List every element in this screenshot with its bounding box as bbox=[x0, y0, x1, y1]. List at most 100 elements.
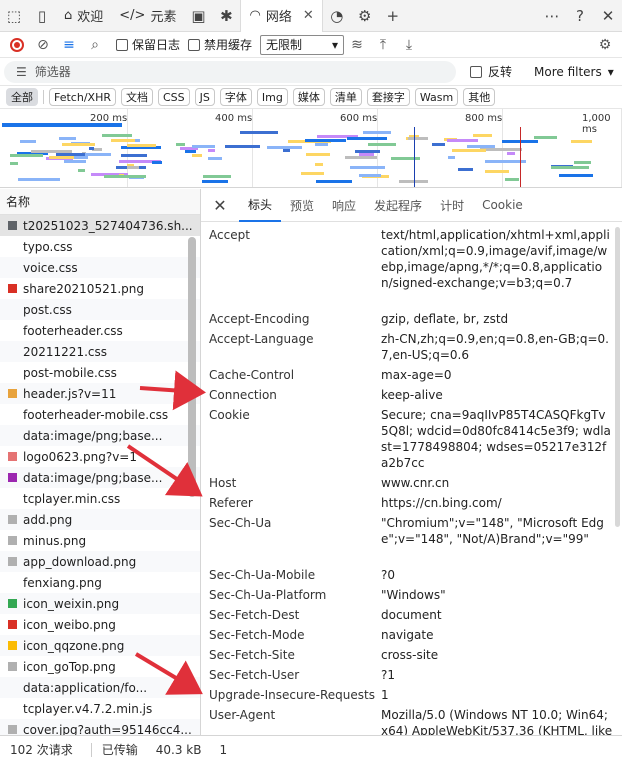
header-value[interactable]: Mozilla/5.0 (Windows NT 10.0; Win64; x64… bbox=[381, 707, 613, 735]
scrollbar-thumb[interactable] bbox=[188, 237, 196, 497]
header-value[interactable]: cross-site bbox=[381, 647, 613, 663]
import-icon[interactable]: ⤒ bbox=[370, 33, 396, 57]
request-row[interactable]: app_download.png bbox=[0, 551, 200, 572]
header-value[interactable]: text/html,application/xhtml+xml,applicat… bbox=[381, 227, 613, 291]
file-type-icon bbox=[8, 410, 17, 419]
more-options-icon[interactable]: ⋯ bbox=[538, 0, 566, 32]
add-tab-icon[interactable]: + bbox=[379, 0, 407, 32]
detail-scrollbar[interactable] bbox=[615, 227, 620, 527]
request-row[interactable]: share20210521.png bbox=[0, 278, 200, 299]
preserve-log-checkbox[interactable]: 保留日志 bbox=[116, 36, 180, 53]
console-icon[interactable]: ▣ bbox=[184, 0, 212, 32]
header-value[interactable]: navigate bbox=[381, 627, 613, 643]
header-value[interactable]: ?1 bbox=[381, 667, 613, 683]
chip-doc[interactable]: 文档 bbox=[120, 88, 153, 106]
request-row[interactable]: tcplayer.min.css bbox=[0, 488, 200, 509]
request-row[interactable]: minus.png bbox=[0, 530, 200, 551]
close-icon[interactable]: ✕ bbox=[201, 196, 239, 215]
close-icon[interactable]: ✕ bbox=[303, 8, 314, 23]
tab-initiator[interactable]: 发起程序 bbox=[365, 189, 431, 222]
gear-chip-icon[interactable]: ⚙ bbox=[351, 0, 379, 32]
request-row[interactable]: add.png bbox=[0, 509, 200, 530]
request-row[interactable]: icon_weixin.png bbox=[0, 593, 200, 614]
chip-font[interactable]: 字体 bbox=[219, 88, 252, 106]
column-header-name[interactable]: 名称 bbox=[0, 189, 200, 215]
tab-headers[interactable]: 标头 bbox=[239, 189, 282, 222]
bug-icon[interactable]: ✱ bbox=[212, 0, 240, 32]
request-row[interactable]: tcplayer.v4.7.2.min.js bbox=[0, 698, 200, 719]
invert-checkbox[interactable]: 反转 bbox=[470, 63, 512, 80]
chip-socket[interactable]: 套接字 bbox=[366, 88, 410, 106]
chip-js[interactable]: JS bbox=[194, 88, 215, 106]
header-value[interactable]: "Chromium";v="148", "Microsoft Edge";v="… bbox=[381, 515, 613, 547]
timeline-overview[interactable]: 200 ms 400 ms 600 ms 800 ms 1,000 ms bbox=[0, 108, 622, 188]
header-value[interactable]: Secure; cna=9aqIIvP85T4CASQFkgTv5Q8l; wd… bbox=[381, 407, 613, 471]
file-type-icon bbox=[8, 494, 17, 503]
chip-fetch-xhr[interactable]: Fetch/XHR bbox=[49, 88, 116, 106]
header-value[interactable]: max-age=0 bbox=[381, 367, 613, 383]
throttle-select[interactable]: 无限制 ▾ bbox=[260, 34, 345, 55]
header-value[interactable]: document bbox=[381, 607, 613, 623]
export-icon[interactable]: ⤓ bbox=[396, 33, 422, 57]
header-value[interactable]: https://cn.bing.com/ bbox=[381, 495, 613, 511]
settings-icon[interactable]: ⚙ bbox=[592, 33, 618, 57]
header-value[interactable]: keep-alive bbox=[381, 387, 613, 403]
tab-preview[interactable]: 预览 bbox=[281, 189, 323, 222]
more-filters-button[interactable]: More filters ▾ bbox=[534, 65, 614, 79]
chip-other[interactable]: 其他 bbox=[463, 88, 496, 106]
request-row[interactable]: icon_qqzone.png bbox=[0, 635, 200, 656]
header-value[interactable]: www.cnr.cn bbox=[381, 475, 613, 491]
device-toolbar-icon[interactable]: ▯ bbox=[28, 0, 56, 32]
request-row[interactable]: header.js?v=11 bbox=[0, 383, 200, 404]
request-row[interactable]: post.css bbox=[0, 299, 200, 320]
code-icon: </> bbox=[119, 8, 146, 23]
chip-css[interactable]: CSS bbox=[157, 88, 190, 106]
header-value[interactable]: zh-CN,zh;q=0.9,en;q=0.8,en-GB;q=0.7,en-U… bbox=[381, 331, 613, 363]
inspect-element-icon[interactable]: ⬚ bbox=[0, 0, 28, 32]
performance-icon[interactable]: ◔ bbox=[323, 0, 351, 32]
clear-icon[interactable]: ⊘ bbox=[30, 33, 56, 57]
header-name: Accept-Language bbox=[209, 332, 314, 346]
record-button[interactable] bbox=[4, 33, 30, 57]
header-value[interactable]: ?0 bbox=[381, 567, 613, 583]
chip-media[interactable]: 媒体 bbox=[292, 88, 325, 106]
tab-response[interactable]: 响应 bbox=[323, 189, 365, 222]
header-value[interactable]: 1 bbox=[381, 687, 613, 703]
tab-welcome[interactable]: ⌂ 欢迎 bbox=[56, 0, 111, 32]
request-row[interactable]: fenxiang.png bbox=[0, 572, 200, 593]
header-value[interactable]: "Windows" bbox=[381, 587, 613, 603]
filter-icon: ☰ bbox=[16, 64, 27, 79]
request-row[interactable]: data:image/png;base... bbox=[0, 467, 200, 488]
request-row[interactable]: typo.css bbox=[0, 236, 200, 257]
chip-manifest[interactable]: 清单 bbox=[329, 88, 362, 106]
request-row[interactable]: cover.jpg?auth=95146cc4... bbox=[0, 719, 200, 735]
search-icon[interactable]: ⌕ bbox=[82, 33, 108, 57]
close-devtools-icon[interactable]: ✕ bbox=[594, 0, 622, 32]
tab-timing[interactable]: 计时 bbox=[431, 189, 473, 222]
request-row[interactable]: post-mobile.css bbox=[0, 362, 200, 383]
request-row[interactable]: 20211221.css bbox=[0, 341, 200, 362]
filter-icon[interactable]: ≡ bbox=[56, 33, 82, 57]
request-row[interactable]: voice.css bbox=[0, 257, 200, 278]
header-name: Sec-Ch-Ua bbox=[209, 516, 272, 530]
header-value[interactable]: gzip, deflate, br, zstd bbox=[381, 311, 613, 327]
request-row[interactable]: t20251023_527404736.sh... bbox=[0, 215, 200, 236]
chip-img[interactable]: Img bbox=[256, 88, 288, 106]
network-conditions-icon[interactable]: ≋ bbox=[344, 33, 370, 57]
chip-all[interactable]: 全部 bbox=[6, 88, 38, 106]
tab-network[interactable]: ◠ 网络 ✕ bbox=[240, 0, 323, 32]
request-row[interactable]: icon_goTop.png bbox=[0, 656, 200, 677]
request-row[interactable]: footerheader.css bbox=[0, 320, 200, 341]
request-row[interactable]: footerheader-mobile.css bbox=[0, 404, 200, 425]
filter-input[interactable]: ☰ 筛选器 bbox=[4, 60, 456, 83]
chip-wasm[interactable]: Wasm bbox=[414, 88, 459, 106]
request-row[interactable]: data:application/fo... bbox=[0, 677, 200, 698]
disable-cache-checkbox[interactable]: 禁用缓存 bbox=[188, 36, 252, 53]
timeline-bar bbox=[354, 149, 381, 153]
request-row[interactable]: icon_weibo.png bbox=[0, 614, 200, 635]
request-row[interactable]: data:image/png;base... bbox=[0, 425, 200, 446]
help-icon[interactable]: ? bbox=[566, 0, 594, 32]
tab-cookie[interactable]: Cookie bbox=[473, 189, 532, 222]
tab-elements[interactable]: </> 元素 bbox=[111, 0, 184, 32]
request-row[interactable]: logo0623.png?v=1 bbox=[0, 446, 200, 467]
